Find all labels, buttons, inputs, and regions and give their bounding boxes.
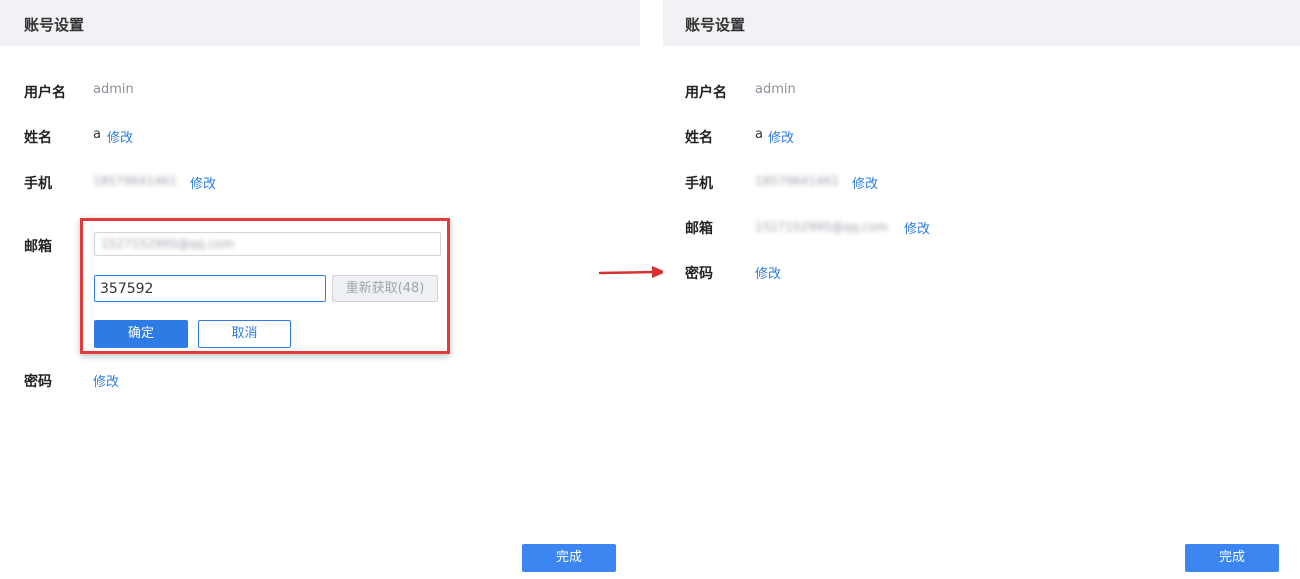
username-value: admin [755, 82, 796, 97]
email-edit-box: 1527152995@qq.com 重新获取(48) 确定 取消 [80, 218, 450, 354]
email-value: 1527152995@qq.com [755, 220, 889, 234]
phone-edit-link[interactable]: 修改 [190, 173, 216, 192]
username-label: 用户名 [24, 85, 66, 101]
cancel-button[interactable]: 取消 [198, 320, 291, 348]
username-label: 用户名 [685, 85, 727, 101]
name-edit-link[interactable]: 修改 [768, 127, 794, 146]
phone-label: 手机 [24, 176, 52, 192]
email-label: 邮箱 [24, 239, 52, 255]
done-button[interactable]: 完成 [522, 544, 616, 572]
arrow-right-icon [598, 266, 666, 278]
email-label: 邮箱 [685, 221, 713, 237]
name-label: 姓名 [24, 130, 52, 146]
email-edit-link[interactable]: 修改 [904, 218, 930, 237]
phone-edit-link[interactable]: 修改 [852, 173, 878, 192]
password-label: 密码 [685, 266, 713, 282]
resend-code-button[interactable]: 重新获取(48) [332, 275, 438, 302]
name-edit-link[interactable]: 修改 [107, 127, 133, 146]
email-input-value: 1527152995@qq.com [101, 237, 235, 251]
name-value: a [93, 127, 101, 142]
phone-label: 手机 [685, 176, 713, 192]
phone-value: 18579641461 [755, 174, 839, 188]
password-edit-link[interactable]: 修改 [755, 263, 781, 282]
password-label: 密码 [24, 374, 52, 390]
password-edit-link[interactable]: 修改 [93, 371, 119, 390]
email-input[interactable]: 1527152995@qq.com [94, 232, 441, 256]
panel-header: 账号设置 [663, 0, 1300, 46]
page-title: 账号设置 [24, 16, 85, 34]
verification-code-input[interactable] [94, 275, 326, 302]
account-settings-panel-after: 账号设置 用户名 admin 姓名 a 修改 手机 18579641461 修改… [663, 0, 1300, 579]
confirm-button[interactable]: 确定 [94, 320, 188, 348]
username-value: admin [93, 82, 134, 97]
account-settings-panel-before: 账号设置 用户名 admin 姓名 a 修改 手机 18579641461 修改… [0, 0, 640, 579]
panel-header: 账号设置 [0, 0, 640, 46]
name-label: 姓名 [685, 130, 713, 146]
page-title: 账号设置 [685, 16, 746, 34]
done-button[interactable]: 完成 [1185, 544, 1279, 572]
phone-value: 18579641461 [93, 174, 177, 188]
name-value: a [755, 127, 763, 142]
screenshot-stage: 账号设置 用户名 admin 姓名 a 修改 手机 18579641461 修改… [0, 0, 1300, 579]
